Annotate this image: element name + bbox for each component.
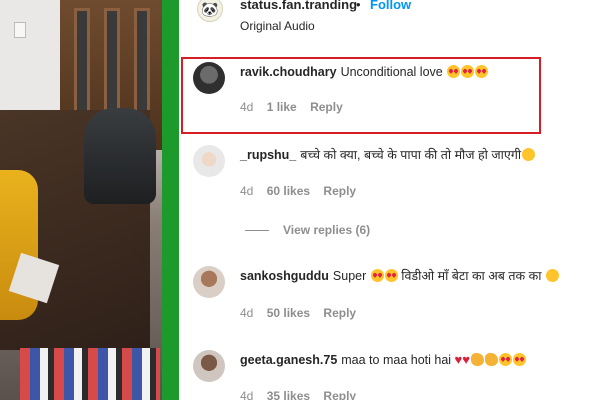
comment-text-after: विडीओ माँ बेटा का अब तक का — [401, 269, 542, 283]
comment-body: sankoshguddu Super विडीओ माँ बेटा का अब त… — [240, 268, 590, 284]
comment-time: 4d — [240, 184, 254, 198]
pleading-emoji — [545, 269, 559, 282]
star-struck-emoji — [498, 353, 512, 366]
comment-text: maa to maa hoti hai — [341, 353, 452, 367]
comment-body: geeta.ganesh.75 maa to maa hoti hai ♥♥ — [240, 352, 590, 368]
comment-username[interactable]: ravik.choudhary — [240, 65, 337, 79]
comment-time: 4d — [240, 389, 254, 400]
laughing-tears-emoji — [522, 148, 536, 161]
comment-likes[interactable]: 35 likes — [267, 389, 310, 400]
comment-username[interactable]: _rupshu_ — [240, 148, 296, 162]
comment-text: Unconditional love — [340, 65, 443, 79]
replies-line — [245, 230, 269, 232]
comment-body: ravik.choudhary Unconditional love — [240, 64, 590, 80]
reply-button[interactable]: Reply — [310, 100, 343, 114]
comment-meta: 4d 1 like Reply — [240, 100, 353, 114]
backpack — [84, 108, 156, 204]
patterned-blanket — [20, 348, 160, 400]
avatar[interactable] — [193, 145, 225, 177]
comment-time: 4d — [240, 306, 254, 320]
comment-meta: 4d 35 likes Reply — [240, 389, 366, 400]
avatar[interactable] — [193, 62, 225, 94]
comment-item: geeta.ganesh.75 maa to maa hoti hai ♥♥ 4d… — [179, 346, 600, 400]
comment-item: sankoshguddu Super विडीओ माँ बेटा का अब त… — [179, 262, 600, 332]
reply-button[interactable]: Reply — [323, 389, 356, 400]
clapping-hands-emoji — [484, 353, 498, 366]
smiling-hearts-emoji — [461, 65, 475, 78]
comment-username[interactable]: sankoshguddu — [240, 269, 329, 283]
separator-dot: • — [356, 0, 361, 12]
smiling-hearts-emoji — [475, 65, 489, 78]
reply-button[interactable]: Reply — [323, 306, 356, 320]
comment-text: बच्चे को क्या, बच्चे के पापा की तो मौज ह… — [300, 148, 522, 162]
avatar[interactable] — [193, 350, 225, 382]
clapping-hands-emoji — [470, 353, 484, 366]
comment-meta: 4d 50 likes Reply — [240, 306, 366, 320]
view-replies-button[interactable]: View replies (6) — [245, 223, 370, 237]
reply-button[interactable]: Reply — [323, 184, 356, 198]
account-avatar[interactable]: 🐼 — [197, 0, 223, 22]
comment-text: Super — [332, 269, 367, 283]
comment-likes[interactable]: 50 likes — [267, 306, 310, 320]
comment-likes[interactable]: 1 like — [267, 100, 297, 114]
post-header: 🐼 status.fan.tranding • Follow Original … — [179, 0, 600, 40]
comment-likes[interactable]: 60 likes — [267, 184, 310, 198]
view-replies-label[interactable]: View replies (6) — [283, 223, 370, 237]
comments-panel: 🐼 status.fan.tranding • Follow Original … — [179, 0, 600, 400]
account-name[interactable]: status.fan.tranding — [240, 0, 357, 12]
smiling-hearts-emoji — [384, 269, 398, 282]
comment-username[interactable]: geeta.ganesh.75 — [240, 353, 337, 367]
star-struck-emoji — [512, 353, 526, 366]
comment-item: _rupshu_ बच्चे को क्या, बच्चे के पापा की … — [179, 141, 600, 211]
comment-meta: 4d 60 likes Reply — [240, 184, 366, 198]
avatar[interactable] — [193, 266, 225, 298]
smiling-hearts-emoji — [370, 269, 384, 282]
follow-button[interactable]: Follow — [370, 0, 411, 12]
video-frame[interactable] — [0, 0, 162, 400]
comment-time: 4d — [240, 100, 254, 114]
wall-switch — [14, 22, 26, 38]
star-struck-emoji — [447, 65, 461, 78]
red-heart-emoji: ♥ — [462, 352, 470, 367]
comment-item: ravik.choudhary Unconditional love 4d 1 l… — [179, 56, 600, 126]
comment-body: _rupshu_ बच्चे को क्या, बच्चे के पापा की … — [240, 147, 590, 163]
audio-label[interactable]: Original Audio — [240, 19, 315, 33]
green-divider — [162, 0, 179, 400]
